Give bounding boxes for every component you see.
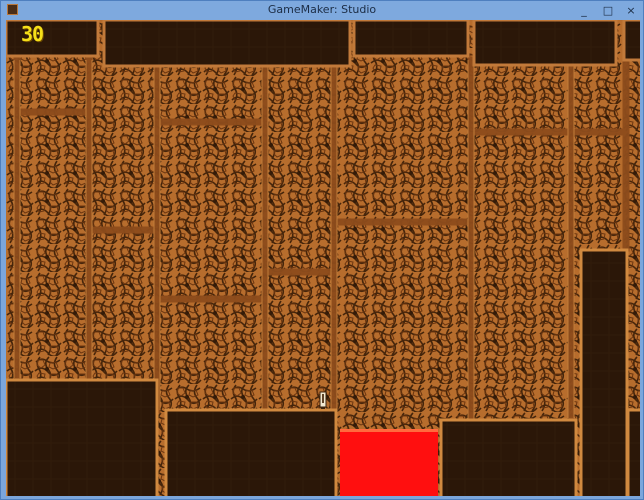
lava-pool [340, 429, 438, 496]
window-title: GameMaker: Studio [267, 3, 377, 16]
minimize-icon: _ [581, 3, 587, 17]
close-icon: × [626, 3, 636, 17]
cave-scene [6, 20, 640, 496]
maximize-button[interactable]: □ [596, 1, 620, 19]
minimize-button[interactable]: _ [572, 1, 596, 19]
score-counter: 30 [21, 22, 44, 46]
close-button[interactable]: × [621, 1, 641, 19]
maximize-icon: □ [602, 3, 614, 17]
title-bar[interactable]: GameMaker: Studio _ □ × [1, 1, 643, 20]
game-canvas[interactable]: 30 [6, 20, 640, 496]
game-window: GameMaker: Studio _ □ × 30 [0, 0, 644, 500]
player-icon [319, 391, 327, 409]
